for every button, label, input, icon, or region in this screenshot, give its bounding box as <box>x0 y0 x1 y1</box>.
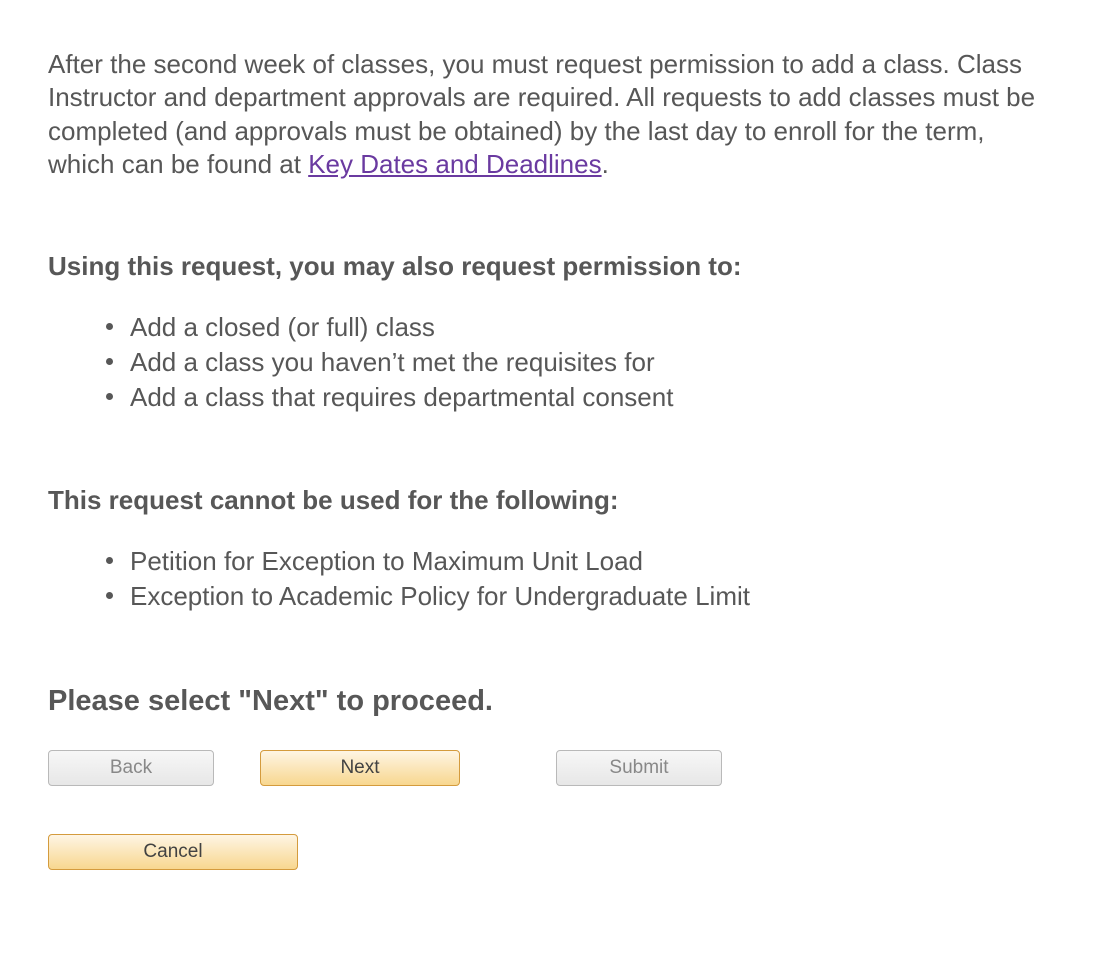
intro-text-after: . <box>602 149 609 179</box>
intro-paragraph: After the second week of classes, you mu… <box>48 48 1056 181</box>
may-also-heading: Using this request, you may also request… <box>48 251 1056 282</box>
list-item: Exception to Academic Policy for Undergr… <box>130 579 1056 614</box>
list-item: Add a class you haven’t met the requisit… <box>130 345 1056 380</box>
key-dates-link[interactable]: Key Dates and Deadlines <box>308 149 601 179</box>
proceed-heading: Please select "Next" to proceed. <box>48 685 1056 718</box>
list-item: Add a class that requires departmental c… <box>130 380 1056 415</box>
cannot-use-heading: This request cannot be used for the foll… <box>48 485 1056 516</box>
may-also-list: Add a closed (or full) class Add a class… <box>48 310 1056 415</box>
button-row-primary: Back Next Submit <box>48 750 1056 786</box>
button-row-secondary: Cancel <box>48 834 1056 870</box>
back-button[interactable]: Back <box>48 750 214 786</box>
submit-button[interactable]: Submit <box>556 750 722 786</box>
list-item: Add a closed (or full) class <box>130 310 1056 345</box>
list-item: Petition for Exception to Maximum Unit L… <box>130 544 1056 579</box>
next-button[interactable]: Next <box>260 750 460 786</box>
cannot-use-list: Petition for Exception to Maximum Unit L… <box>48 544 1056 614</box>
cancel-button[interactable]: Cancel <box>48 834 298 870</box>
